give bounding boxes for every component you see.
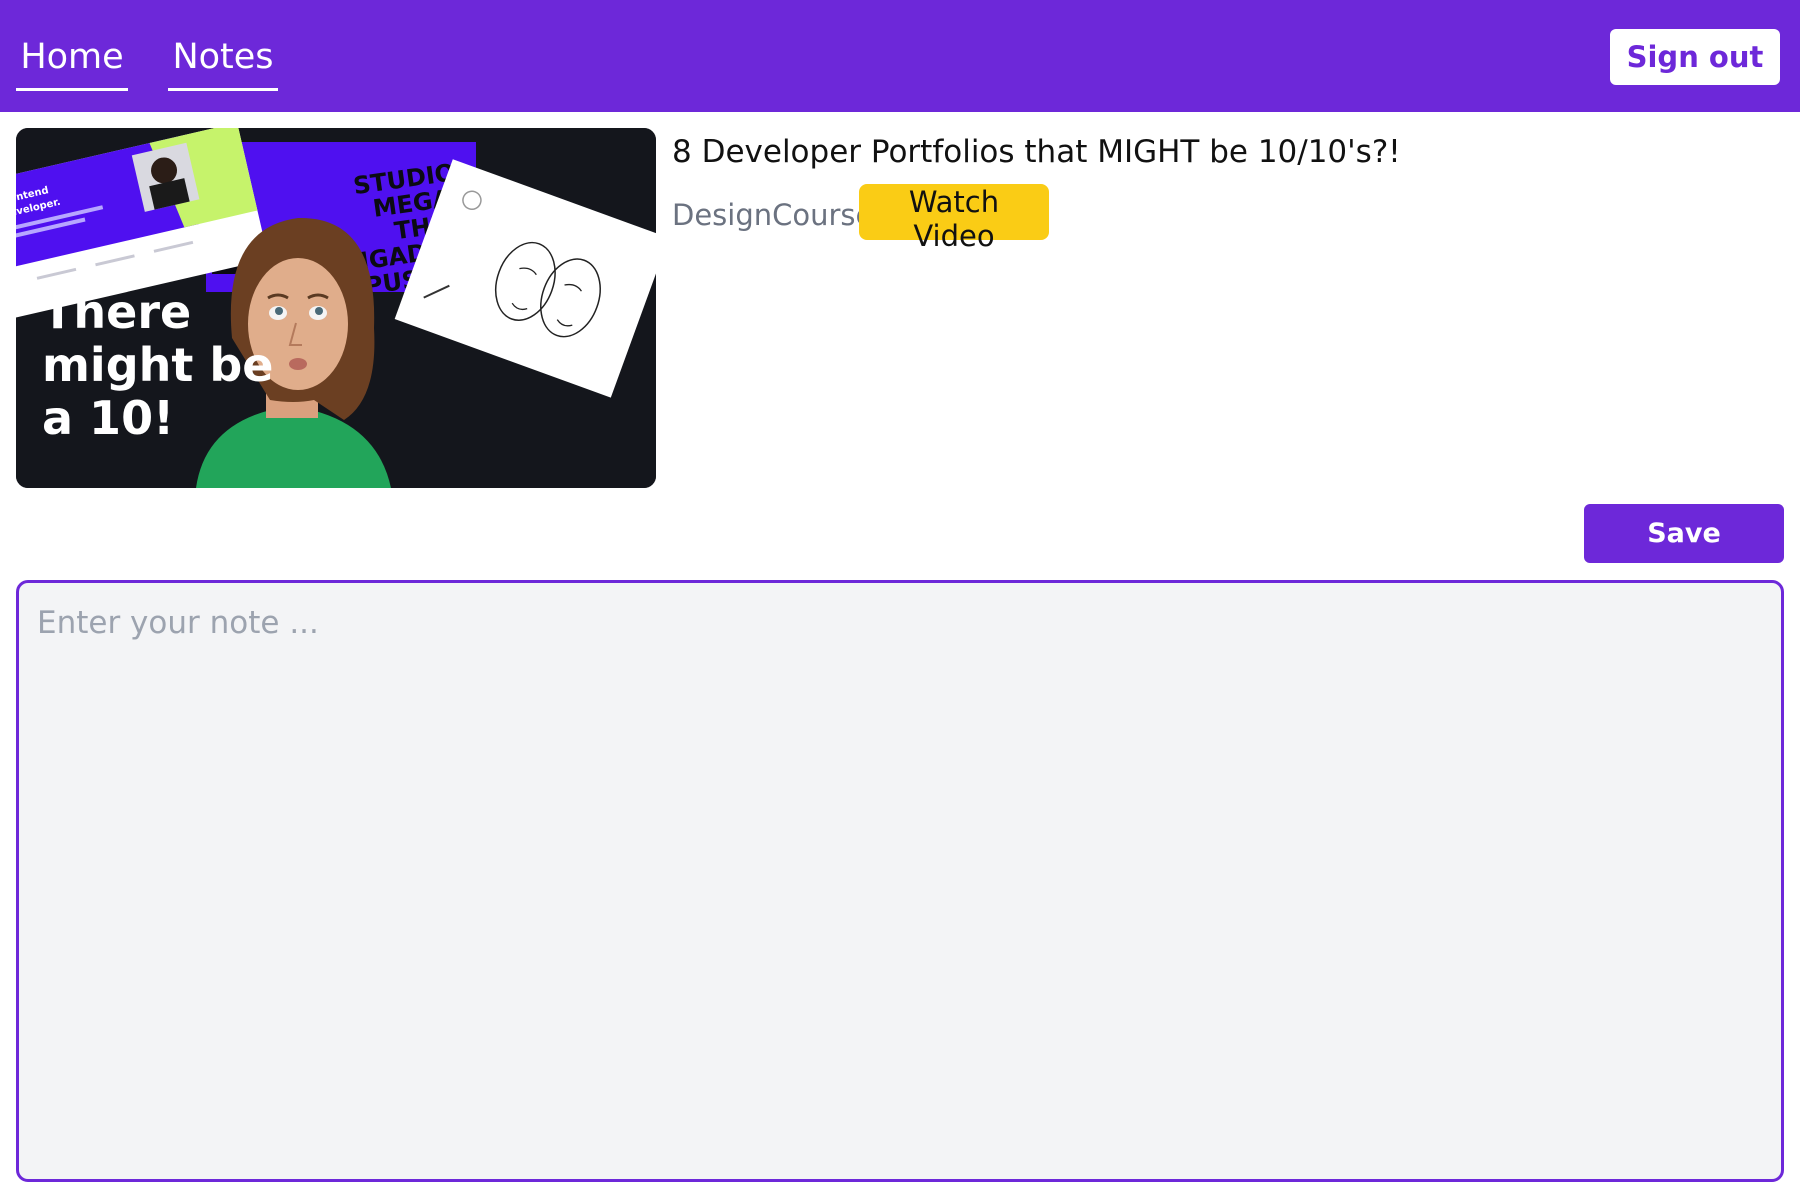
watch-video-button[interactable]: Watch Video bbox=[859, 184, 1049, 253]
save-button[interactable]: Save bbox=[1584, 504, 1784, 563]
top-nav-bar: Home Notes Sign out bbox=[0, 0, 1800, 112]
note-textarea[interactable] bbox=[16, 580, 1784, 1182]
channel-name: DesignCourse bbox=[672, 198, 874, 232]
thumbnail-headline: There bbox=[42, 285, 191, 339]
video-thumbnail[interactable]: STUDIO MEGA THE BRIGADE PUSH Frontend De… bbox=[16, 128, 656, 488]
nav-notes-link[interactable]: Notes bbox=[168, 32, 278, 91]
video-card: STUDIO MEGA THE BRIGADE PUSH Frontend De… bbox=[16, 128, 1784, 488]
thumbnail-graphic: STUDIO MEGA THE BRIGADE PUSH Frontend De… bbox=[16, 128, 656, 488]
video-title: 8 Developer Portfolios that MIGHT be 10/… bbox=[672, 134, 1401, 170]
nav-home-link[interactable]: Home bbox=[16, 32, 128, 91]
thumbnail-headline: might be bbox=[42, 338, 274, 392]
sign-out-button[interactable]: Sign out bbox=[1610, 29, 1780, 85]
thumbnail-headline: a 10! bbox=[42, 391, 174, 445]
